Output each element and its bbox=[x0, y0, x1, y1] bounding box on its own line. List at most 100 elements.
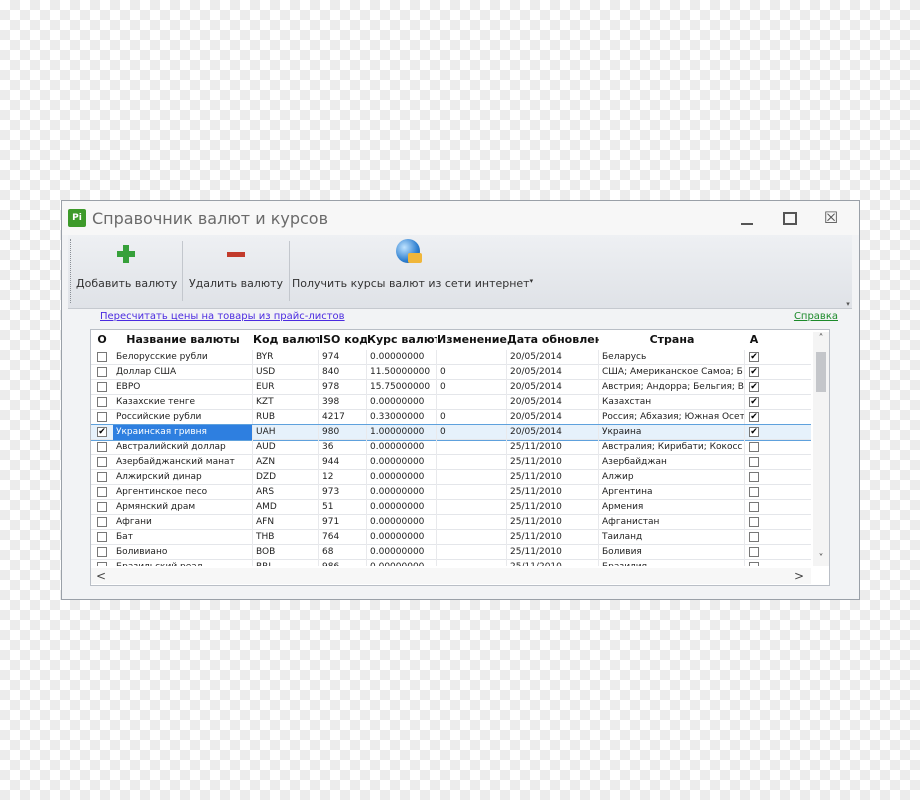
cell-country[interactable]: Австралия; Кирибати; Кокосс bbox=[599, 440, 745, 455]
cell-change[interactable] bbox=[437, 440, 507, 455]
active-checkbox[interactable]: ✔ bbox=[749, 412, 759, 422]
cell-change[interactable] bbox=[437, 515, 507, 530]
header-o[interactable]: О bbox=[91, 332, 113, 348]
row-select-checkbox[interactable] bbox=[97, 367, 107, 377]
cell-date[interactable]: 25/11/2010 bbox=[507, 545, 599, 560]
table-row[interactable]: Азербайджанский манат AZN 944 0.00000000 25/… bbox=[91, 455, 811, 470]
active-checkbox[interactable]: ✔ bbox=[749, 427, 759, 437]
row-select-checkbox[interactable] bbox=[97, 517, 107, 527]
cell-name[interactable]: Боливиано bbox=[113, 545, 253, 560]
cell-rate[interactable]: 0.00000000 bbox=[367, 545, 437, 560]
cell-rate[interactable]: 0.00000000 bbox=[367, 560, 437, 566]
vertical-scrollbar[interactable]: ˄ ˅ bbox=[813, 332, 829, 566]
cell-code[interactable]: THB bbox=[253, 530, 319, 545]
cell-name[interactable]: Азербайджанский манат bbox=[113, 455, 253, 470]
cell-date[interactable]: 25/11/2010 bbox=[507, 470, 599, 485]
row-select-checkbox[interactable] bbox=[97, 472, 107, 482]
row-select-checkbox[interactable] bbox=[97, 502, 107, 512]
maximize-button[interactable] bbox=[774, 207, 804, 229]
cell-change[interactable] bbox=[437, 395, 507, 410]
row-select-checkbox[interactable]: ✔ bbox=[97, 427, 107, 437]
scroll-left-icon[interactable]: < bbox=[93, 568, 109, 584]
cell-name[interactable]: Алжирский динар bbox=[113, 470, 253, 485]
cell-code[interactable]: BRL bbox=[253, 560, 319, 566]
table-row[interactable]: Доллар США USD 840 11.50000000 0 20/05/2014 СШ… bbox=[91, 365, 811, 380]
cell-rate[interactable]: 0.00000000 bbox=[367, 395, 437, 410]
cell-iso[interactable]: 978 bbox=[319, 380, 367, 395]
active-checkbox[interactable] bbox=[749, 547, 759, 557]
cell-country[interactable]: Таиланд bbox=[599, 530, 745, 545]
active-checkbox[interactable] bbox=[749, 502, 759, 512]
header-country[interactable]: Страна bbox=[599, 332, 745, 348]
cell-date[interactable]: 25/11/2010 bbox=[507, 560, 599, 566]
cell-rate[interactable]: 11.50000000 bbox=[367, 365, 437, 380]
cell-change[interactable] bbox=[437, 350, 507, 365]
cell-iso[interactable]: 986 bbox=[319, 560, 367, 566]
header-rate[interactable]: Курс валют bbox=[367, 332, 437, 348]
cell-date[interactable]: 25/11/2010 bbox=[507, 500, 599, 515]
cell-country[interactable]: Украина bbox=[599, 425, 745, 440]
cell-change[interactable] bbox=[437, 500, 507, 515]
cell-iso[interactable]: 36 bbox=[319, 440, 367, 455]
cell-country[interactable]: Казахстан bbox=[599, 395, 745, 410]
active-checkbox[interactable] bbox=[749, 442, 759, 452]
row-select-checkbox[interactable] bbox=[97, 397, 107, 407]
cell-rate[interactable]: 1.00000000 bbox=[367, 425, 437, 440]
row-select-checkbox[interactable] bbox=[97, 547, 107, 557]
cell-code[interactable]: BOB bbox=[253, 545, 319, 560]
cell-change[interactable] bbox=[437, 530, 507, 545]
row-select-checkbox[interactable] bbox=[97, 457, 107, 467]
table-row[interactable]: Аргентинское песо ARS 973 0.00000000 25/11/2… bbox=[91, 485, 811, 500]
cell-code[interactable]: KZT bbox=[253, 395, 319, 410]
active-checkbox[interactable] bbox=[749, 487, 759, 497]
cell-iso[interactable]: 12 bbox=[319, 470, 367, 485]
cell-rate[interactable]: 0.00000000 bbox=[367, 530, 437, 545]
row-select-checkbox[interactable] bbox=[97, 532, 107, 542]
cell-change[interactable]: 0 bbox=[437, 425, 507, 440]
header-a[interactable]: А bbox=[745, 332, 763, 348]
cell-rate[interactable]: 15.75000000 bbox=[367, 380, 437, 395]
active-checkbox[interactable] bbox=[749, 532, 759, 542]
cell-iso[interactable]: 840 bbox=[319, 365, 367, 380]
cell-country[interactable]: США; Американское Самоа; Б bbox=[599, 365, 745, 380]
cell-name[interactable]: Доллар США bbox=[113, 365, 253, 380]
cell-code[interactable]: AFN bbox=[253, 515, 319, 530]
cell-country[interactable]: Боливия bbox=[599, 545, 745, 560]
cell-name[interactable]: Бат bbox=[113, 530, 253, 545]
cell-country[interactable]: Аргентина bbox=[599, 485, 745, 500]
cell-country[interactable]: Австрия; Андорра; Бельгия; В bbox=[599, 380, 745, 395]
horizontal-scrollbar[interactable]: < > bbox=[91, 568, 811, 584]
table-row[interactable]: Российские рубли RUB 4217 0.33000000 0 20/05/… bbox=[91, 410, 811, 425]
table-row[interactable]: Белорусские рубли BYR 974 0.00000000 20/05/2… bbox=[91, 350, 811, 365]
scroll-down-icon[interactable]: ˅ bbox=[813, 552, 829, 566]
cell-name[interactable]: Аргентинское песо bbox=[113, 485, 253, 500]
header-date[interactable]: Дата обновлен bbox=[507, 332, 599, 348]
row-select-checkbox[interactable] bbox=[97, 487, 107, 497]
row-select-checkbox[interactable] bbox=[97, 352, 107, 362]
fetch-rates-button[interactable]: Получить курсы валют из сети интернет▾ bbox=[292, 237, 533, 303]
cell-change[interactable]: 0 bbox=[437, 380, 507, 395]
cell-iso[interactable]: 971 bbox=[319, 515, 367, 530]
cell-change[interactable] bbox=[437, 470, 507, 485]
table-row[interactable]: Боливиано BOB 68 0.00000000 25/11/2010 Боливи… bbox=[91, 545, 811, 560]
cell-code[interactable]: USD bbox=[253, 365, 319, 380]
cell-change[interactable]: 0 bbox=[437, 410, 507, 425]
delete-currency-button[interactable]: Удалить валюту bbox=[186, 237, 286, 303]
active-checkbox[interactable]: ✔ bbox=[749, 397, 759, 407]
cell-iso[interactable]: 980 bbox=[319, 425, 367, 440]
cell-name[interactable]: Австралийский доллар bbox=[113, 440, 253, 455]
active-checkbox[interactable] bbox=[749, 457, 759, 467]
cell-country[interactable]: Алжир bbox=[599, 470, 745, 485]
cell-country[interactable]: Россия; Абхазия; Южная Осет bbox=[599, 410, 745, 425]
cell-change[interactable] bbox=[437, 545, 507, 560]
cell-rate[interactable]: 0.00000000 bbox=[367, 485, 437, 500]
cell-code[interactable]: AUD bbox=[253, 440, 319, 455]
cell-rate[interactable]: 0.00000000 bbox=[367, 500, 437, 515]
cell-iso[interactable]: 398 bbox=[319, 395, 367, 410]
cell-name[interactable]: Афгани bbox=[113, 515, 253, 530]
minimize-button[interactable] bbox=[732, 207, 762, 229]
row-select-checkbox[interactable] bbox=[97, 382, 107, 392]
cell-name[interactable]: Белорусские рубли bbox=[113, 350, 253, 365]
scroll-thumb[interactable] bbox=[816, 352, 826, 392]
cell-country[interactable]: Беларусь bbox=[599, 350, 745, 365]
